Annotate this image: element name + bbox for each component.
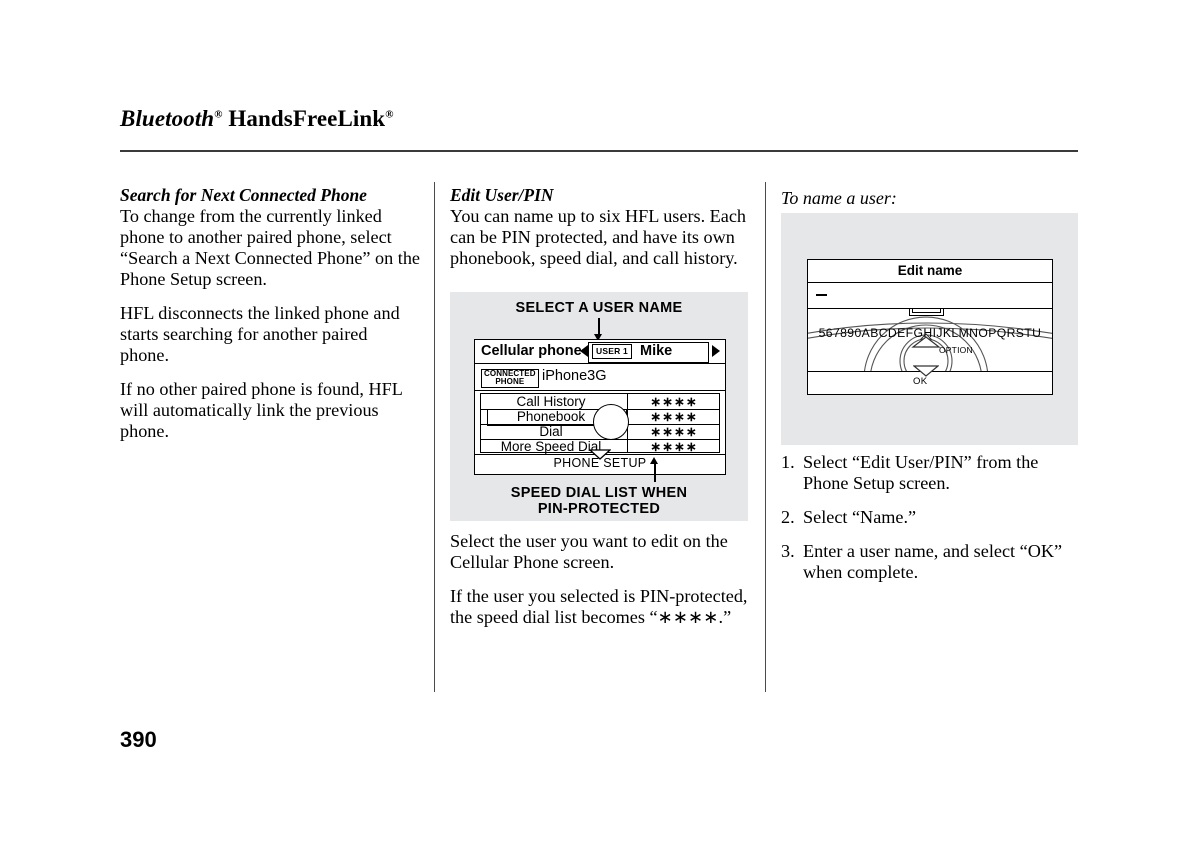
list-item-value: ∗∗∗∗: [650, 424, 698, 439]
paragraph: HFL disconnects the linked phone and sta…: [120, 303, 400, 366]
column-middle: Edit User/PIN You can name up to six HFL…: [450, 185, 750, 282]
section-heading-edit-user-pin: Edit User/PIN: [450, 185, 554, 205]
registered-mark-icon: ®: [214, 108, 223, 121]
connected-phone-badge-line2: PHONE: [495, 377, 525, 386]
manual-page: Bluetooth® HandsFreeLink® Search for Nex…: [0, 0, 1200, 859]
step-number: 2.: [781, 507, 795, 528]
column-left: Search for Next Connected Phone To chang…: [120, 185, 420, 455]
column-divider-left: [434, 182, 435, 692]
alphabet-strip: 567890ABCDEFGHIJKLMNOPQRSTU: [818, 326, 1042, 340]
step-text: Enter a user name, and select “OK” when …: [803, 541, 1063, 583]
column-right-steps: 1. Select “Edit User/PIN” from the Phone …: [781, 452, 1079, 596]
paragraph: If no other paired phone is found, HFL w…: [120, 379, 403, 442]
page-title: Bluetooth® HandsFreeLink®: [120, 106, 1078, 132]
edit-name-footer-row[interactable]: OK: [808, 365, 1052, 392]
list-item: 2. Select “Name.”: [781, 507, 1079, 528]
selected-character-box: H: [909, 309, 944, 316]
list-item-value: ∗∗∗∗: [650, 409, 698, 424]
figure-caption-bottom: SPEED DIAL LIST WHEN PIN-PROTECTED: [450, 485, 748, 517]
header-divider: [120, 150, 1078, 152]
edit-name-screen: Edit name H: [807, 259, 1053, 395]
edit-name-title-label: Edit name: [897, 263, 963, 278]
paragraph: Select the user you want to edit on the …: [450, 531, 728, 573]
text-cursor-icon: [816, 294, 827, 296]
list-item-value: ∗∗∗∗: [650, 439, 698, 454]
step-number: 1.: [781, 452, 795, 472]
speed-dial-list: Call History ∗∗∗∗ Phonebook ∗∗∗∗ Dial ∗∗…: [475, 391, 725, 454]
character-selector[interactable]: H 567890ABCDEFGHIJKLMNOPQRSTU OPTION: [808, 309, 1052, 371]
page-title-bluetooth: Bluetooth: [120, 106, 215, 131]
user-number-badge: USER 1: [592, 343, 632, 359]
connected-phone-name: iPhone3G: [542, 368, 607, 384]
step-text: Select “Edit User/PIN” from the Phone Se…: [803, 452, 1039, 494]
option-label: OPTION: [939, 345, 973, 355]
instruction-steps: 1. Select “Edit User/PIN” from the Phone …: [781, 452, 1079, 583]
step-number: 3.: [781, 541, 795, 562]
screen-footer-row[interactable]: PHONE SETUP: [475, 449, 725, 473]
paragraph: You can name up to six HFL users. Each c…: [450, 206, 747, 269]
prev-user-arrow-icon[interactable]: [580, 344, 588, 357]
figure-caption-top: SELECT A USER NAME: [515, 300, 683, 316]
user-name-value: Mike: [640, 343, 673, 359]
column-middle-after-figure: Select the user you want to edit on the …: [450, 531, 750, 641]
selected-character-value: H: [910, 309, 943, 310]
list-item: 3. Enter a user name, and select “OK” whe…: [781, 541, 1079, 583]
list-item-value: ∗∗∗∗: [650, 394, 698, 409]
connected-phone-row: CONNECTED PHONE iPhone3G: [475, 364, 725, 391]
page-number: 390: [120, 727, 157, 752]
cellular-phone-screen: Cellular phone USER 1 Mike CONNECTED PHO…: [474, 339, 726, 475]
figure-caption-bottom-line2: PIN-PROTECTED: [537, 501, 661, 518]
list-item: 1. Select “Edit User/PIN” from the Phone …: [781, 452, 1079, 494]
step-text: Select “Name.”: [803, 507, 917, 528]
next-user-arrow-icon[interactable]: [712, 344, 720, 357]
figure-edit-name: Edit name H: [781, 213, 1078, 445]
registered-mark-icon: ®: [385, 108, 394, 121]
edit-name-title-row: Edit name: [808, 260, 1052, 283]
ok-label: OK: [913, 376, 928, 387]
selector-knob-icon[interactable]: [593, 404, 629, 440]
column-divider-right: [765, 182, 766, 692]
edit-name-entry-row[interactable]: [808, 283, 1052, 309]
figure-select-a-user-name: SELECT A USER NAME Cellular phone USER 1…: [450, 292, 748, 521]
page-header: Bluetooth® HandsFreeLink®: [120, 106, 1078, 132]
section-heading-search-next-phone: Search for Next Connected Phone: [120, 185, 367, 205]
scroll-down-triangle-icon: [589, 449, 611, 460]
paragraph: If the user you selected is PIN-protecte…: [450, 586, 748, 628]
screen-title-label: Cellular phone: [481, 343, 582, 359]
paragraph: To change from the currently linked phon…: [120, 206, 420, 290]
screen-title-row: Cellular phone USER 1 Mike: [475, 340, 725, 364]
section-heading-to-name-a-user: To name a user:: [781, 188, 897, 208]
character-dial-graphic: [808, 316, 1052, 371]
figure-caption-bottom-line1: SPEED DIAL LIST WHEN: [510, 485, 688, 501]
connected-phone-badge: CONNECTED PHONE: [481, 368, 539, 388]
page-title-handsfreelink: HandsFreeLink: [228, 106, 386, 131]
